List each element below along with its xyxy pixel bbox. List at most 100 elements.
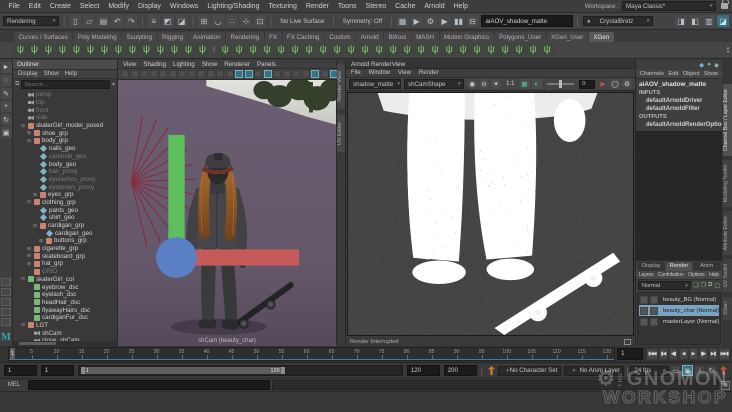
- layer-editor-tab-render[interactable]: Render: [665, 262, 693, 271]
- shelf-tab-custom[interactable]: Custom: [324, 32, 356, 42]
- channelbox-menu-show[interactable]: Show: [704, 71, 718, 77]
- ao-icon[interactable]: [282, 70, 291, 78]
- current-time-field[interactable]: 1: [617, 348, 644, 360]
- expand-toggle-icon[interactable]: ⊞: [26, 253, 32, 259]
- shelf-scroll-arrows[interactable]: ▲ ▼: [726, 46, 730, 54]
- live-surface-label[interactable]: No Live Surface: [276, 15, 328, 27]
- workspace-selector[interactable]: Maya Classic* ▾: [622, 1, 716, 11]
- shelf-tab-animation[interactable]: Animation: [188, 32, 226, 42]
- layer-renderable-toggle[interactable]: [650, 295, 658, 304]
- menu-texturing[interactable]: Texturing: [264, 3, 301, 10]
- xgen-shelf-tool-icon[interactable]: ψ: [498, 43, 512, 57]
- exposure-value[interactable]: 0: [579, 79, 595, 89]
- outliner-item[interactable]: flyawayHairs_dsc: [13, 306, 117, 314]
- render-layer-row[interactable]: masterLayer (Normal): [639, 316, 719, 327]
- outliner-item[interactable]: close_shCam: [13, 337, 117, 341]
- select-object-icon[interactable]: ◩: [161, 15, 174, 27]
- expand-toggle-icon[interactable]: ⊞: [26, 246, 32, 252]
- select-tool-icon[interactable]: ►: [0, 62, 12, 73]
- xgen-shelf-tool-icon[interactable]: ψ: [154, 43, 167, 57]
- viewport-menu-shading[interactable]: Shading: [143, 61, 166, 68]
- menu-stereo[interactable]: Stereo: [361, 3, 391, 10]
- rotate-tool-icon[interactable]: ↻: [0, 114, 12, 125]
- layer-editor-menu-contribution[interactable]: Contribution: [658, 272, 684, 278]
- xgen-shelf-tool-icon[interactable]: ψ: [316, 43, 330, 57]
- lasso-tool-icon[interactable]: ◌: [0, 75, 12, 86]
- pause-icon[interactable]: ▮▮: [452, 15, 465, 27]
- menu-set-selector[interactable]: Rendering ▾: [3, 16, 59, 26]
- aov-display-icon[interactable]: ▦: [519, 79, 530, 89]
- lock-workspace-icon[interactable]: [721, 0, 729, 9]
- xgen-shelf-tool-icon[interactable]: ψ: [526, 43, 540, 57]
- xgen-shelf-tool-icon[interactable]: ψ: [274, 43, 288, 57]
- outliner-item[interactable]: eyebrow_dsc: [13, 283, 117, 291]
- viewport-menu-panels[interactable]: Panels: [257, 61, 276, 68]
- shelf-tab-arnold[interactable]: Arnold: [356, 32, 384, 42]
- xgen-shelf-tool-icon[interactable]: ψ: [358, 43, 372, 57]
- symmetry-label[interactable]: Symmetry: Off: [339, 15, 386, 27]
- layer-editor-menu-help[interactable]: Help: [709, 272, 719, 278]
- layer-editor-tab-display[interactable]: Display: [638, 262, 665, 271]
- redo-icon[interactable]: ↷: [125, 15, 138, 27]
- anim-layer-dropdown[interactable]: ▾ No Anim Layer: [564, 365, 625, 376]
- shelf-tab-rendering[interactable]: Rendering: [226, 32, 264, 42]
- renderview-menu-window[interactable]: Window: [369, 70, 390, 76]
- menu-windows[interactable]: Windows: [165, 3, 202, 10]
- scale-tool-icon[interactable]: ▣: [0, 127, 12, 138]
- expand-toggle-icon[interactable]: ⊟: [20, 123, 26, 129]
- expand-toggle-icon[interactable]: ⊞: [32, 192, 38, 198]
- side-tab-render-view[interactable]: Render View: [337, 64, 345, 109]
- shelf-tab-bifrost[interactable]: Bifrost: [384, 32, 411, 42]
- snapshot-icon[interactable]: ✦: [491, 79, 502, 89]
- outliner-item[interactable]: front: [13, 106, 117, 114]
- shelf-tab-xgen[interactable]: XGen: [588, 32, 614, 42]
- sidebar-tab-attribute-editor[interactable]: Attribute Editor: [722, 211, 732, 256]
- xgen-shelf-tool-icon[interactable]: ψ: [400, 43, 414, 57]
- expand-toggle-icon[interactable]: ⊟: [26, 138, 32, 144]
- outliner-title[interactable]: Outliner: [13, 60, 117, 70]
- sidebar-tab-channel-box-layer-editor[interactable]: Channel Box / Layer Editor: [722, 84, 732, 156]
- ipr-render-icon[interactable]: ▶: [410, 15, 423, 27]
- sidebar-tab-xgen[interactable]: XGen: [722, 296, 732, 320]
- renderview-title[interactable]: Arnold RenderView: [346, 60, 635, 69]
- isolate-select-icon[interactable]: [320, 70, 329, 78]
- xgen-shelf-tool-icon[interactable]: ψ: [428, 43, 442, 57]
- lock-camera-icon[interactable]: [130, 70, 139, 78]
- zoom-ratio-button[interactable]: 1:1: [504, 81, 516, 87]
- search-input[interactable]: [21, 80, 110, 89]
- field-chart-icon[interactable]: [225, 70, 234, 78]
- outliner-item[interactable]: ⊟ cardigan_grp: [13, 222, 117, 230]
- outliner-item[interactable]: persp: [13, 91, 117, 99]
- film-gate-icon[interactable]: [197, 70, 205, 78]
- renderview-menu-view[interactable]: View: [398, 70, 411, 76]
- render-image[interactable]: [347, 92, 634, 336]
- render-settings-icon[interactable]: ⚙: [424, 15, 437, 27]
- layer-renderable-toggle[interactable]: [650, 306, 658, 315]
- expand-toggle-icon[interactable]: ⊞: [38, 238, 44, 244]
- outliner-item[interactable]: ⊟ body_grp: [13, 137, 117, 145]
- outliner-item[interactable]: eyelashes_proxy: [13, 175, 117, 184]
- shadows-icon[interactable]: [273, 70, 281, 78]
- outliner-menu-display[interactable]: Display: [18, 71, 38, 77]
- xgen-shelf-tool-icon[interactable]: ψ: [168, 43, 181, 57]
- sidebar-tool-settings-icon[interactable]: ◧: [689, 15, 701, 27]
- outliner-item[interactable]: ⊟ clothing_grp: [13, 199, 117, 207]
- range-slider-handle[interactable]: 1 120: [80, 367, 285, 374]
- shelf-tab-fx-caching[interactable]: FX Caching: [282, 32, 324, 42]
- menu-toons[interactable]: Toons: [333, 3, 361, 10]
- layer-visibility-toggle[interactable]: [640, 317, 648, 326]
- outliner-item[interactable]: body_geo: [13, 160, 117, 168]
- grease-pencil-icon[interactable]: [178, 70, 186, 78]
- xgen-shelf-tool-icon[interactable]: ψ: [196, 43, 209, 57]
- grid-icon[interactable]: [187, 70, 196, 78]
- new-layer-icon[interactable]: ❏: [693, 282, 698, 289]
- select-camera-icon[interactable]: [121, 70, 129, 78]
- outliner-item[interactable]: caruncle_geo: [13, 152, 117, 161]
- exposure-icon[interactable]: ◐: [531, 79, 542, 89]
- layout-split-tb-icon[interactable]: [1, 308, 11, 316]
- layout-icon[interactable]: ⊟: [466, 15, 479, 27]
- xgen-shelf-tool-icon[interactable]: ψ: [330, 43, 344, 57]
- layer-renderable-toggle[interactable]: [650, 317, 658, 326]
- lights-icon[interactable]: [263, 70, 272, 78]
- play-icon[interactable]: ▶: [438, 15, 451, 27]
